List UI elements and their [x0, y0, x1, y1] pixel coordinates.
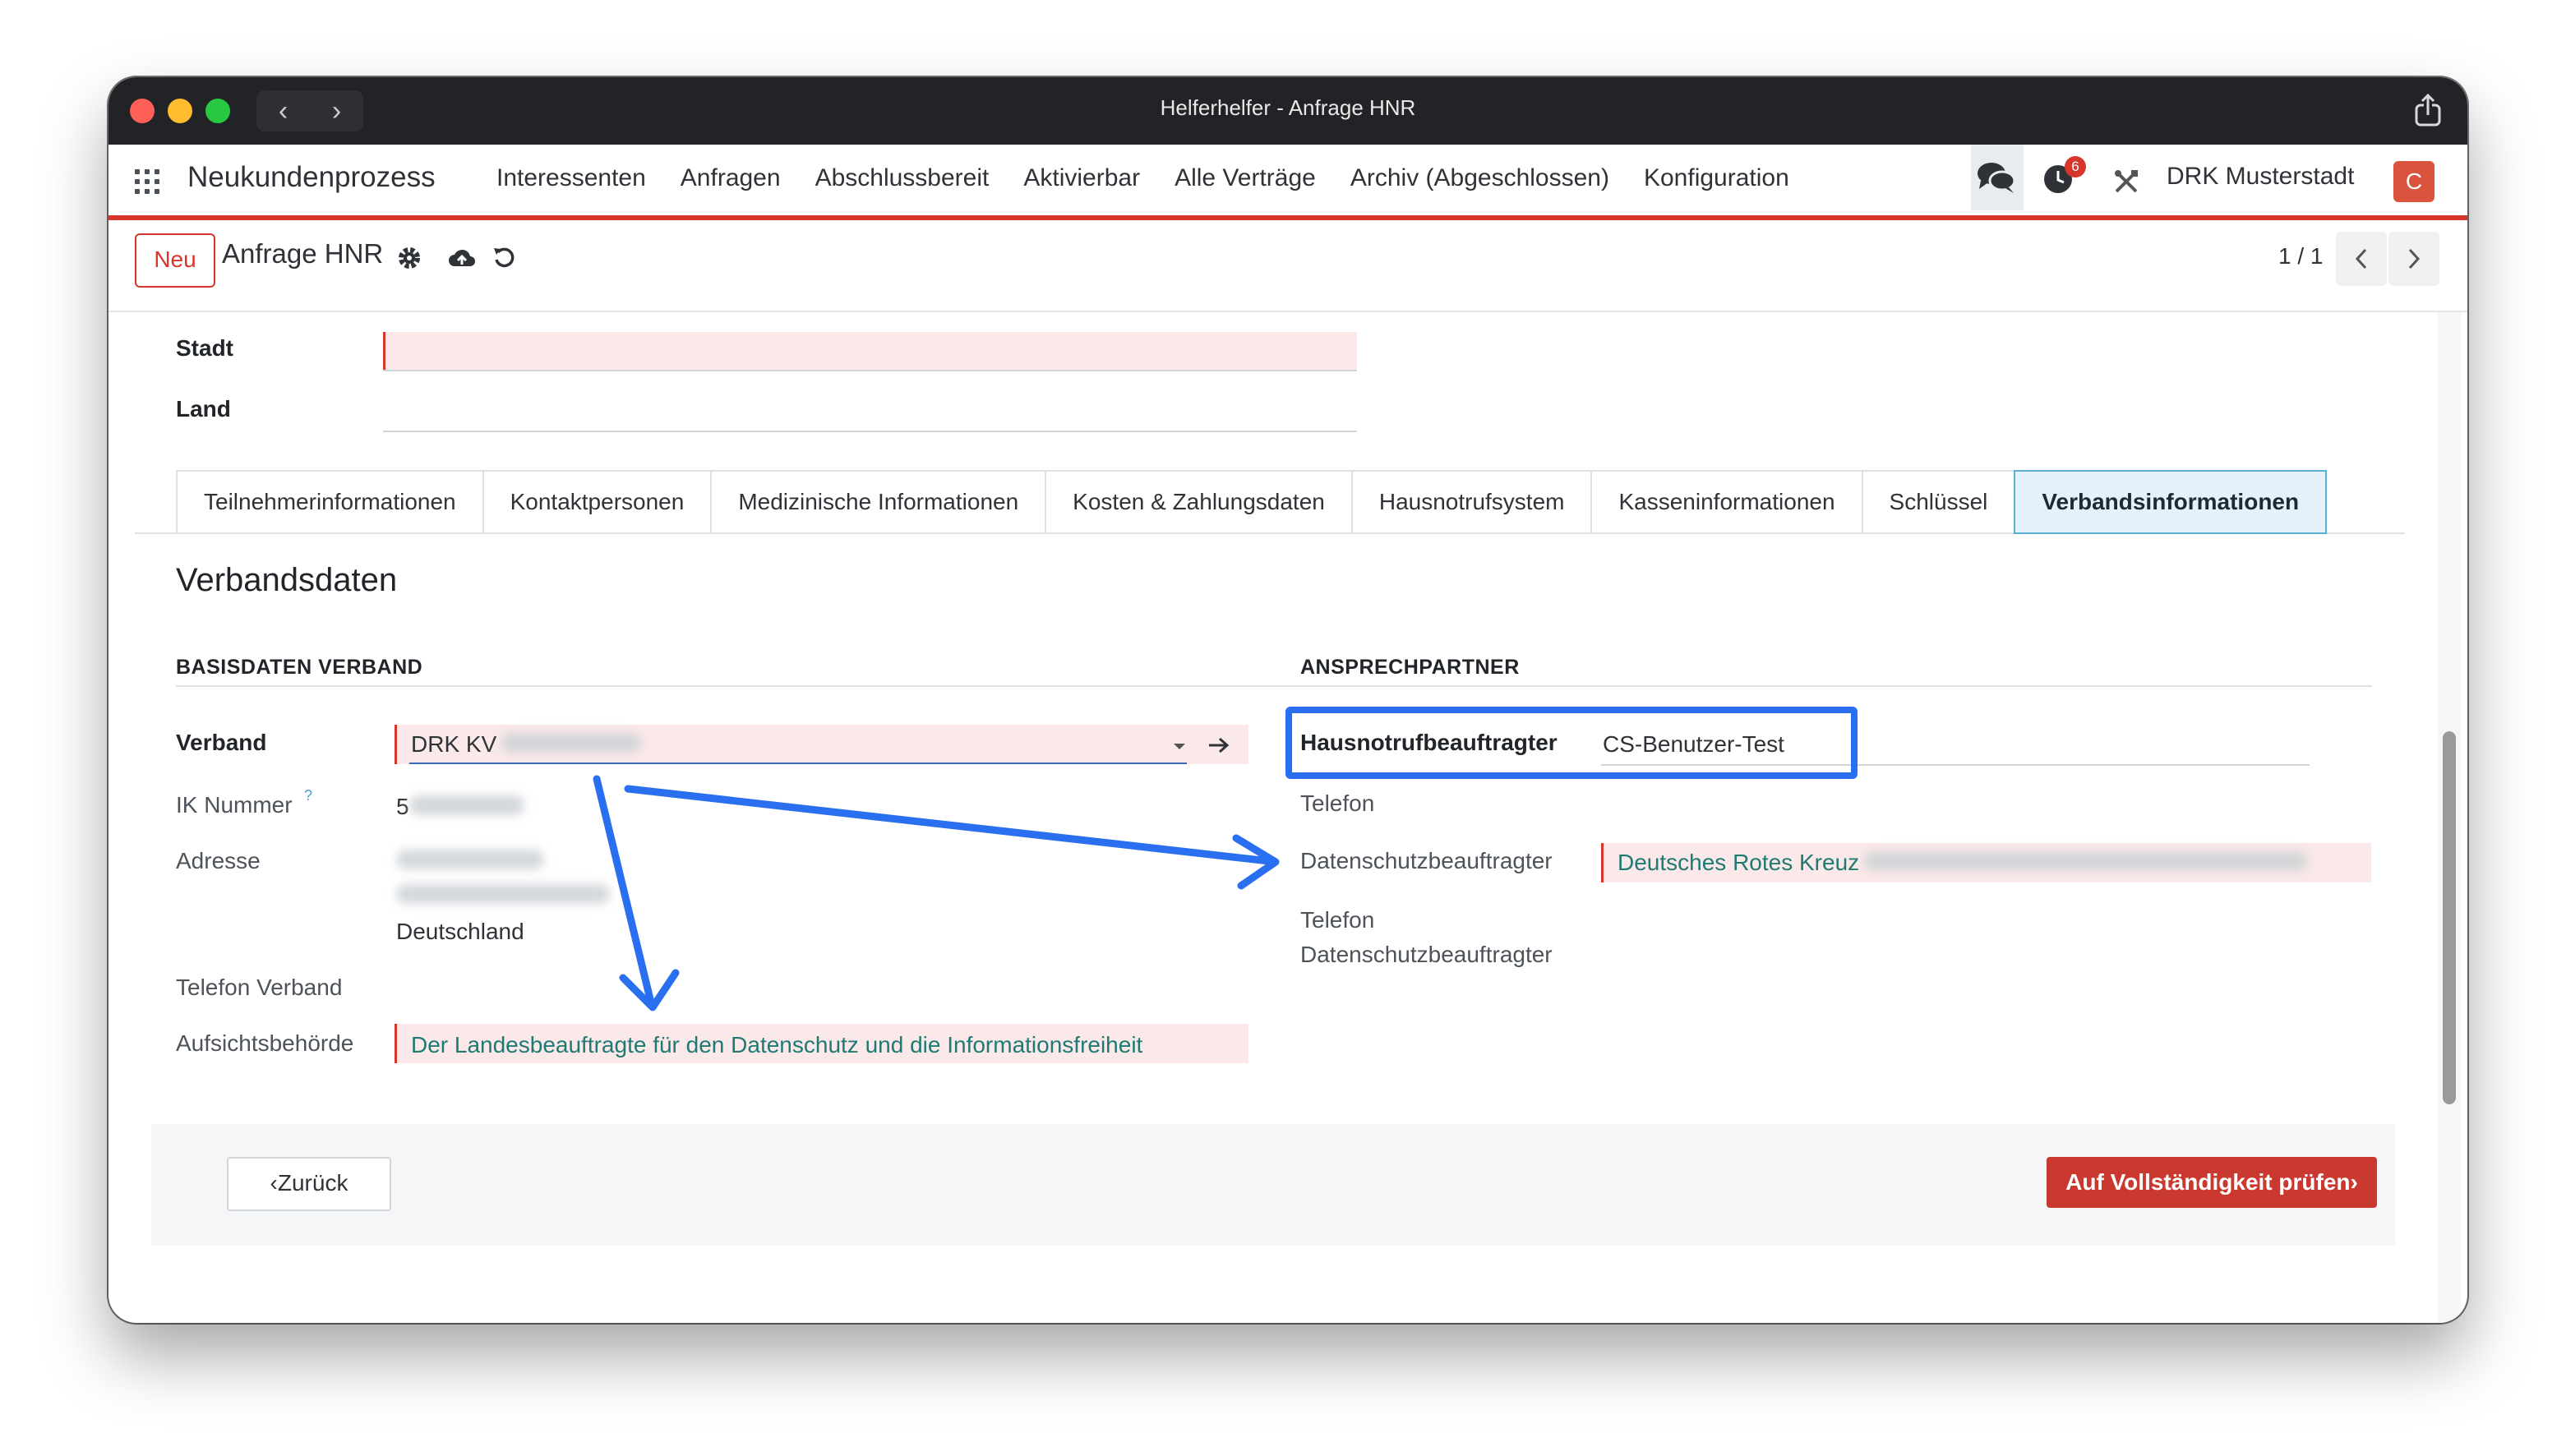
telefon-ds-label-line2: Datenschutzbeauftragter — [1300, 942, 1553, 967]
tab-schluessel[interactable]: Schlüssel — [1861, 470, 2014, 534]
ansprechpartner-group-divider — [1300, 685, 2372, 687]
ik-nummer-value: 5 — [396, 794, 409, 819]
chat-icon[interactable] — [1976, 159, 2017, 196]
pager-previous-button[interactable] — [2336, 232, 2387, 286]
tab-medizinische-informationen[interactable]: Medizinische Informationen — [710, 470, 1045, 534]
datenschutzbeauftragter-label: Datenschutzbeauftragter — [1300, 848, 1553, 873]
stadt-underline — [383, 370, 1357, 371]
tab-kontaktpersonen[interactable]: Kontaktpersonen — [482, 470, 711, 534]
adresse-street-redacted — [396, 850, 544, 869]
adresse-country: Deutschland — [396, 919, 524, 944]
app-grid-icon[interactable] — [135, 169, 159, 194]
datenschutzbeauftragter-link[interactable]: Deutsches Rotes Kreuz — [1618, 850, 1859, 876]
ik-nummer-label: IK Nummer — [176, 792, 293, 818]
dropdown-caret-icon[interactable] — [1172, 741, 1187, 751]
section-title: Verbandsdaten — [176, 562, 398, 598]
browser-window: ‹ › Helferhelfer - Anfrage HNR Neukunden… — [108, 77, 2467, 1323]
menu-item-abschlussbereit[interactable]: Abschlussbereit — [815, 164, 990, 192]
stadt-input[interactable] — [383, 332, 1357, 371]
tab-teilnehmerinformationen[interactable]: Teilnehmerinformationen — [176, 470, 482, 534]
annotation-highlight-box — [1285, 707, 1858, 779]
tab-hausnotrufsystem[interactable]: Hausnotrufsystem — [1350, 470, 1591, 534]
check-completeness-button[interactable]: Auf Vollständigkeit prüfen› — [2047, 1157, 2377, 1208]
debug-tools-icon[interactable] — [2112, 168, 2140, 196]
land-input[interactable] — [383, 431, 1357, 432]
main-menu: Interessenten Anfragen Abschlussbereit A… — [496, 164, 1824, 192]
title-bar: ‹ › Helferhelfer - Anfrage HNR — [108, 77, 2467, 145]
menu-item-konfiguration[interactable]: Konfiguration — [1644, 164, 1789, 192]
menu-item-aktivierbar[interactable]: Aktivierbar — [1023, 164, 1140, 192]
basisdaten-group-divider — [176, 685, 1356, 687]
pager-next-button[interactable] — [2388, 232, 2439, 286]
land-label: Land — [176, 396, 231, 422]
menu-item-interessenten[interactable]: Interessenten — [496, 164, 646, 192]
verband-value-redacted — [501, 733, 641, 753]
back-button[interactable]: ‹Zurück — [227, 1157, 391, 1211]
aufsichtsbehoerde-label: Aufsichtsbehörde — [176, 1030, 354, 1056]
menu-item-anfragen[interactable]: Anfragen — [681, 164, 781, 192]
basisdaten-group-title: BASISDATEN VERBAND — [176, 656, 423, 679]
company-switcher[interactable]: DRK Musterstadt — [2167, 163, 2354, 191]
adresse-label: Adresse — [176, 848, 261, 873]
record-title: Anfrage HNR — [222, 238, 384, 269]
telefon-ds-label-line1: Telefon — [1300, 907, 1375, 933]
telefon-label: Telefon — [1300, 790, 1375, 816]
telefon-verband-label: Telefon Verband — [176, 975, 343, 1000]
ik-nummer-redacted — [409, 795, 524, 815]
verband-label: Verband — [176, 730, 267, 755]
datenschutzbeauftragter-redacted — [1864, 851, 2308, 871]
menu-item-alle-vertraege[interactable]: Alle Verträge — [1175, 164, 1316, 192]
scrollbar-thumb[interactable] — [2443, 731, 2456, 1104]
notebook-tabs: Teilnehmerinformationen Kontaktpersonen … — [176, 470, 2328, 534]
control-panel: Neu Anfrage HNR 1 / 1 — [108, 220, 2467, 312]
new-record-button[interactable]: Neu — [135, 233, 215, 288]
chevron-left-icon — [2355, 248, 2367, 270]
aufsichtsbehoerde-link[interactable]: Der Landesbeauftragte für den Datenschut… — [411, 1032, 1142, 1058]
window-title: Helferhelfer - Anfrage HNR — [1160, 95, 1416, 120]
activity-count-badge: 6 — [2065, 156, 2086, 177]
app-menu-bar: Neukundenprozess Interessenten Anfragen … — [108, 145, 2467, 220]
open-record-arrow-icon[interactable] — [1207, 735, 1231, 756]
verband-value: DRK KV — [411, 731, 497, 757]
arrow-to-datenschutz — [624, 785, 1280, 890]
tab-verbandsinformationen[interactable]: Verbandsinformationen — [2014, 470, 2328, 534]
discard-changes-icon[interactable] — [492, 245, 516, 270]
ansprechpartner-group-title: ANSPRECHPARTNER — [1300, 656, 1520, 679]
form-footer: ‹Zurück Auf Vollständigkeit prüfen› — [151, 1124, 2395, 1246]
user-avatar[interactable]: C — [2393, 161, 2434, 202]
tab-kosten-zahlungsdaten[interactable]: Kosten & Zahlungsdaten — [1045, 470, 1351, 534]
tab-kasseninformationen[interactable]: Kasseninformationen — [1590, 470, 1862, 534]
app-brand[interactable]: Neukundenprozess — [187, 161, 436, 194]
adresse-city-redacted — [396, 884, 610, 904]
gear-icon[interactable] — [396, 245, 422, 271]
stadt-label: Stadt — [176, 335, 233, 361]
pager-value[interactable]: 1 / 1 — [2278, 243, 2323, 270]
verband-underline — [409, 763, 1187, 764]
menu-item-archiv[interactable]: Archiv (Abgeschlossen) — [1350, 164, 1609, 192]
ik-help-icon[interactable]: ? — [304, 787, 312, 804]
share-icon[interactable] — [2410, 92, 2446, 128]
chevron-right-icon — [2408, 248, 2421, 270]
cloud-save-icon[interactable] — [447, 245, 477, 271]
